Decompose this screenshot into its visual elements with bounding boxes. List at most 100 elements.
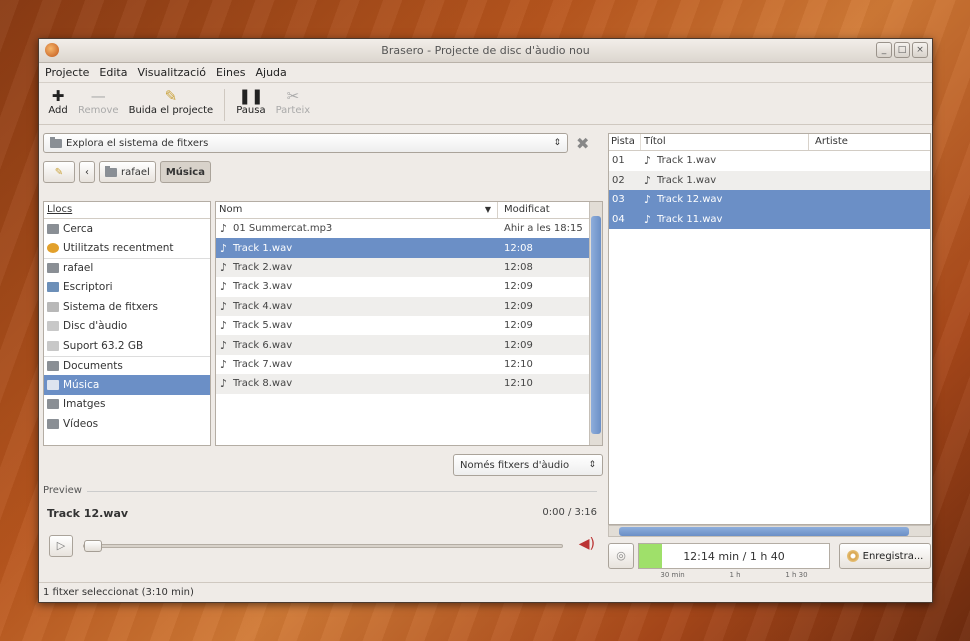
disc-usage-meter: 12:14 min / 1 h 40 [638,543,830,569]
remove-button[interactable]: — Remove [73,87,124,116]
place-home[interactable]: rafael [44,258,210,278]
place-search[interactable]: Cerca [44,219,210,239]
file-row[interactable]: ♪ Track 4.wav 12:09 [216,296,602,316]
maximize-icon[interactable]: □ [894,42,910,58]
file-row[interactable]: ♪ Track 7.wav 12:10 [216,355,602,374]
track-row[interactable]: 02 ♪ Track 1.wav [609,170,930,190]
music-note-icon: ♪ [220,280,228,294]
column-track-header[interactable]: Pista [609,134,641,150]
place-videos[interactable]: Vídeos [44,414,210,434]
place-storage[interactable]: Suport 63.2 GB [44,336,210,356]
browser-mode-select[interactable]: Explora el sistema de fitxers ⇕ [43,133,568,153]
menu-projecte[interactable]: Projecte [45,66,89,79]
music-note-icon: ♪ [644,154,652,168]
folder-icon [47,263,59,274]
volume-icon[interactable]: ◀) [579,536,595,552]
file-filter-select[interactable]: Només fitxers d'àudio ⇕ [453,454,603,476]
seek-slider-knob[interactable] [84,540,102,552]
track-number: 04 [612,213,625,225]
file-modified: 12:09 [504,300,533,312]
menu-eines[interactable]: Eines [216,66,245,79]
path-rafael-label: rafael [121,166,150,178]
play-icon: ▷ [56,539,66,552]
path-rafael[interactable]: rafael [99,161,156,183]
music-note-icon: ♪ [220,222,228,236]
file-modified: 12:09 [504,339,533,351]
music-note-icon: ♪ [220,319,228,333]
file-row[interactable]: ♪ Track 2.wav 12:08 [216,257,602,278]
play-button[interactable]: ▷ [49,535,73,557]
clear-label: Buida el projecte [128,105,214,116]
scrollbar-thumb[interactable] [619,527,909,536]
column-name-header[interactable]: Nom ▼ [216,202,498,218]
place-documents[interactable]: Documents [44,355,210,376]
edit-location-button[interactable]: ✎ [43,161,75,183]
menu-edita[interactable]: Edita [99,66,127,79]
place-recent[interactable]: Utilitzats recentment [44,239,210,259]
place-music[interactable]: Música [44,375,210,395]
column-title-header[interactable]: Títol [641,134,809,150]
track-title: Track 1.wav [657,174,717,186]
file-row[interactable]: ♪ Track 1.wav 12:08 [216,238,602,258]
burn-label: Enregistra... [862,550,924,562]
clear-project-button[interactable]: ✎ Buida el projecte [124,87,219,116]
file-list-header: Nom ▼ Modificat [216,202,602,219]
disc-select-button[interactable]: ◎ [608,543,634,569]
track-row[interactable]: 03 ♪ Track 12.wav [609,190,930,210]
file-row[interactable]: ♪ Track 5.wav 12:09 [216,316,602,335]
track-title: Track 11.wav [657,213,723,225]
preview-track-name: Track 12.wav [47,507,129,520]
minimize-icon[interactable]: _ [876,42,892,58]
remove-label: Remove [78,105,119,116]
column-artist-header[interactable]: Artiste [809,134,848,150]
split-button[interactable]: ✂ Parteix [271,87,316,116]
place-label: rafael [63,262,94,275]
place-desktop[interactable]: Escriptori [44,278,210,298]
file-name: Track 3.wav [233,281,293,293]
file-name: Track 8.wav [233,378,293,390]
place-filesystem[interactable]: Sistema de fitxers [44,297,210,317]
browser-mode-label: Explora el sistema de fitxers [66,137,209,149]
track-row[interactable]: 04 ♪ Track 11.wav [609,209,930,229]
file-list-scrollbar[interactable] [589,202,602,445]
file-row[interactable]: ♪ Track 8.wav 12:10 [216,374,602,394]
file-row[interactable]: ♪ Track 6.wav 12:09 [216,335,602,355]
scrollbar-thumb[interactable] [591,216,601,434]
file-name: Track 1.wav [233,242,293,254]
close-window-icon[interactable]: × [912,42,928,58]
track-row[interactable]: 01 ♪ Track 1.wav [609,151,930,171]
place-pictures[interactable]: Imatges [44,395,210,415]
tick-label: 30 min [660,571,685,579]
close-browser-icon[interactable]: ✖ [576,134,589,153]
burn-button[interactable]: Enregistra... [839,543,931,569]
add-button[interactable]: ✚ Add [43,87,73,116]
drive-icon [47,340,59,351]
file-name: Track 4.wav [233,300,293,312]
pause-button[interactable]: ❚❚ Pausa [231,87,270,116]
track-list-hscrollbar[interactable] [608,525,931,537]
place-label: Cerca [63,222,94,235]
file-row[interactable]: ♪ 01 Summercat.mp3 Ahir a les 18:15 [216,219,602,238]
file-row[interactable]: ♪ Track 3.wav 12:09 [216,277,602,296]
menu-ajuda[interactable]: Ajuda [256,66,287,79]
toolbar: ✚ Add — Remove ✎ Buida el projecte ❚❚ Pa… [39,83,932,125]
menu-visualitzacio[interactable]: Visualització [137,66,206,79]
place-audio-disc[interactable]: Disc d'àudio [44,317,210,337]
file-modified: 12:10 [504,378,533,390]
preview-divider [87,491,597,492]
column-modified-header[interactable]: Modificat [498,202,550,218]
track-number: 02 [612,174,625,186]
track-number: 03 [612,194,625,206]
tick-label: 1 h [729,571,741,579]
seek-slider[interactable] [83,540,563,552]
track-title: Track 12.wav [657,194,723,206]
path-musica[interactable]: Música [159,161,211,183]
places-header[interactable]: Llocs [44,202,210,219]
disc-icon [47,321,59,332]
file-browser-panel: Explora el sistema de fitxers ⇕ ✖ ✎ ‹ ra… [43,133,603,581]
track-list-header: Pista Títol Artiste [609,134,930,151]
place-label: Documents [63,359,123,372]
menu-bar: Projecte Edita Visualització Eines Ajuda [39,63,932,83]
path-back-button[interactable]: ‹ [79,161,95,183]
broom-icon: ✎ [164,87,178,105]
